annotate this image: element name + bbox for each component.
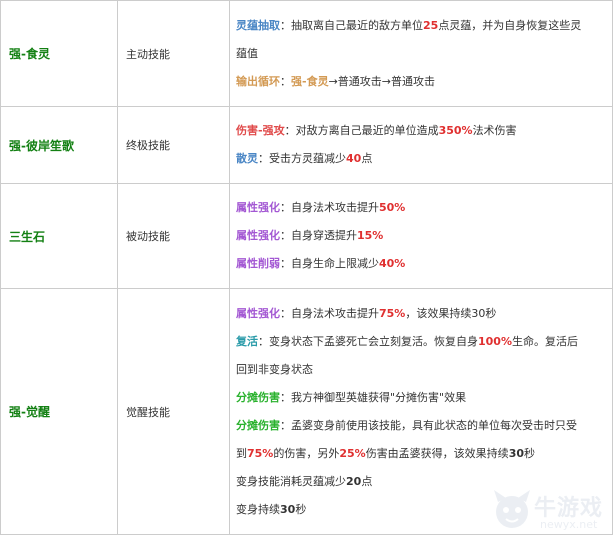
description-text: ：我方神御型英雄获得"分摊伤害"效果: [280, 390, 467, 404]
effect-label: 复活: [236, 334, 258, 348]
description-line: 分摊伤害：我方神御型英雄获得"分摊伤害"效果: [236, 384, 604, 412]
skill-name-cell: 强-觉醒: [0, 288, 118, 535]
skill-type-cell: 觉醒技能: [117, 288, 230, 535]
description-text: 秒: [295, 502, 307, 516]
description-line: 属性强化：自身法术攻击提升75%，该效果持续30秒: [236, 300, 604, 328]
description-text: 秒: [524, 446, 535, 460]
highlight-value: 40%: [379, 257, 406, 270]
effect-label: 输出循环: [236, 74, 280, 88]
skill-type-cell: 被动技能: [117, 183, 230, 289]
skill-name-cell: 三生石: [0, 183, 118, 289]
description-text: 变身技能消耗灵蕴减少: [236, 474, 346, 488]
table-row: 三生石 被动技能 属性强化：自身法术攻击提升50% 属性强化：自身穿透提升15% 属…: [0, 183, 613, 289]
effect-label: 伤害-强攻: [236, 124, 285, 137]
description-text: 伤害由孟婆获得，该效果持续: [365, 446, 509, 460]
skill-description-cell: 灵蕴抽取：抽取离自己最近的敌方单位25点灵蕴，并为自身恢复这些灵蕴值输出循环：强…: [229, 0, 613, 107]
skill-table-body: 强-食灵 主动技能 灵蕴抽取：抽取离自己最近的敌方单位25点灵蕴，并为自身恢复这…: [0, 0, 613, 535]
highlight-value: 100%: [478, 334, 512, 348]
description-text: →普通攻击→普通攻击: [328, 74, 436, 88]
description-text: 变身持续: [236, 502, 280, 516]
description-text: ：变身状态下孟婆死亡会立刻复活。恢复自身: [258, 334, 478, 348]
description-text: ：孟婆变身前使用该技能，具有此状态的单位每次受击时只受: [280, 418, 577, 432]
effect-label: 属性强化: [236, 229, 280, 242]
description-text: ：自身法术攻击提升: [280, 306, 379, 320]
highlight-value: 强-食灵: [291, 74, 329, 88]
description-text: ：对敌方离自己最近的单位造成: [284, 124, 439, 137]
description-text: 点: [361, 474, 373, 488]
skill-type-cell: 终极技能: [117, 106, 230, 184]
skill-table: 强-食灵 主动技能 灵蕴抽取：抽取离自己最近的敌方单位25点灵蕴，并为自身恢复这…: [0, 0, 613, 535]
highlight-value: 15%: [357, 229, 384, 242]
description-line: 属性强化：自身法术攻击提升50%: [236, 194, 604, 222]
effect-label: 属性强化: [236, 306, 280, 320]
skill-name-cell: 强-彼岸笙歌: [0, 106, 118, 184]
effect-label: 分摊伤害: [236, 418, 280, 432]
highlight-value: 30: [280, 502, 296, 516]
table-row: 强-彼岸笙歌 终极技能 伤害-强攻：对敌方离自己最近的单位造成350%法术伤害散…: [0, 106, 613, 184]
highlight-value: 20: [346, 474, 362, 488]
highlight-value: 75%: [247, 446, 274, 460]
description-line: 蕴值: [236, 40, 604, 68]
effect-label: 散灵: [236, 152, 258, 165]
highlight-value: 25%: [339, 446, 366, 460]
description-line: 属性削弱：自身生命上限减少40%: [236, 250, 604, 278]
description-line: 到75%的伤害，另外25%伤害由孟婆获得，该效果持续30秒: [236, 440, 604, 468]
description-text: 回到非变身状态: [236, 362, 313, 376]
description-text: 点: [361, 152, 373, 165]
highlight-value: 30: [508, 446, 524, 460]
description-text: 到: [236, 446, 247, 460]
description-text: 生命。复活后: [511, 334, 578, 348]
description-line: 散灵：受击方灵蕴减少40点: [236, 145, 604, 173]
description-text: ，该效果持续30秒: [405, 306, 497, 320]
highlight-value: 50%: [379, 201, 406, 214]
highlight-value: 25: [423, 18, 439, 32]
effect-label: 属性削弱: [236, 257, 280, 270]
description-text: ：: [280, 74, 291, 88]
description-text: ：自身法术攻击提升: [280, 201, 379, 214]
description-text: ：自身穿透提升: [280, 229, 357, 242]
cartoon-mascot-icon: [494, 490, 530, 528]
description-line: 输出循环：强-食灵→普通攻击→普通攻击: [236, 68, 604, 96]
skill-description-cell: 属性强化：自身法术攻击提升50% 属性强化：自身穿透提升15% 属性削弱：自身生命上…: [229, 183, 613, 289]
description-text: 蕴值: [236, 46, 258, 60]
description-text: ：抽取离自己最近的敌方单位: [280, 18, 423, 32]
watermark-url: newyx.net: [540, 518, 598, 531]
description-text: ：受击方灵蕴减少: [258, 152, 346, 165]
description-text: ：自身生命上限减少: [280, 257, 379, 270]
description-line: 属性强化：自身穿透提升15%: [236, 222, 604, 250]
skill-description-cell: 伤害-强攻：对敌方离自己最近的单位造成350%法术伤害 散灵：受击方灵蕴减少40点: [229, 106, 613, 184]
watermark: 牛游戏 newyx.net: [490, 488, 610, 534]
skill-type-cell: 主动技能: [117, 0, 230, 107]
effect-label: 灵蕴抽取: [236, 18, 280, 32]
description-line: 灵蕴抽取：抽取离自己最近的敌方单位25点灵蕴，并为自身恢复这些灵: [236, 12, 604, 40]
description-text: 的伤害，另外: [273, 446, 340, 460]
description-line: 伤害-强攻：对敌方离自己最近的单位造成350%法术伤害: [236, 117, 604, 145]
highlight-value: 350%: [438, 124, 473, 137]
highlight-value: 75%: [379, 306, 406, 320]
table-row: 强-食灵 主动技能 灵蕴抽取：抽取离自己最近的敌方单位25点灵蕴，并为自身恢复这…: [0, 0, 613, 107]
highlight-value: 40: [346, 152, 362, 165]
description-text: 法术伤害: [472, 124, 517, 137]
skill-name-cell: 强-食灵: [0, 0, 118, 107]
description-line: 回到非变身状态: [236, 356, 604, 384]
effect-label: 分摊伤害: [236, 390, 280, 404]
description-line: 复活：变身状态下孟婆死亡会立刻复活。恢复自身100%生命。复活后: [236, 328, 604, 356]
effect-label: 属性强化: [236, 201, 280, 214]
description-text: 点灵蕴，并为自身恢复这些灵: [438, 18, 582, 32]
description-line: 分摊伤害：孟婆变身前使用该技能，具有此状态的单位每次受击时只受: [236, 412, 604, 440]
